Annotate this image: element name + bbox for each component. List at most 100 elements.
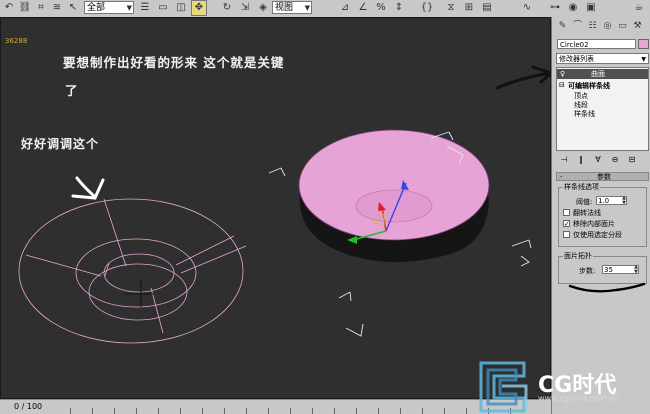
rectangle-region-icon[interactable]: ▭	[156, 1, 170, 15]
lightbulb-icon[interactable]: ♀	[560, 69, 565, 79]
quick-render-icon[interactable]: ☕	[632, 1, 646, 15]
timeline-tick	[290, 408, 291, 414]
timeline-tick	[334, 408, 335, 414]
display-tab-icon[interactable]: ▭	[616, 20, 629, 33]
stack-item-editable-spline[interactable]: 可编辑样条线	[568, 81, 610, 91]
align-icon[interactable]: ⊞	[462, 1, 476, 15]
pivot-center-icon[interactable]: ◈	[256, 1, 270, 15]
window-crossing-icon[interactable]: ◫	[174, 1, 188, 15]
patch-topology-title: 面片拓扑	[563, 252, 593, 261]
object-name-field[interactable]: Circle02	[557, 39, 636, 49]
selection-filter-label: 全部	[87, 3, 106, 13]
configure-modifier-sets-icon[interactable]: ⊟	[626, 154, 638, 165]
percent-snap-icon[interactable]: %	[374, 1, 388, 15]
undo-icon[interactable]: ↶	[2, 1, 16, 15]
steps-spinner[interactable]: 35 ▲ ▼	[602, 265, 639, 275]
make-unique-icon[interactable]: ∀	[592, 154, 604, 165]
timeline-tick	[114, 408, 115, 414]
spinner-arrows-icon[interactable]: ▲ ▼	[634, 265, 638, 275]
watermark-url: www.cgtime.com.cn	[538, 394, 619, 403]
timeline-tick	[400, 408, 401, 414]
stack-item-surface[interactable]: ♀ 曲面	[557, 69, 648, 79]
annotation-text-line2: 了	[65, 83, 79, 98]
parameters-rollout-header[interactable]: - 参数	[556, 172, 649, 181]
modifier-stack: ♀ 曲面 ⊟ 可编辑样条线 顶点 线段 样条线	[556, 67, 649, 151]
modifier-list-label: 修改器列表	[559, 55, 594, 63]
timeline-tick	[444, 408, 445, 414]
expand-icon[interactable]: ⊟	[559, 81, 565, 89]
annotation-text-line1: 要想制作出好看的形来 这个就是关键	[63, 55, 285, 70]
motion-tab-icon[interactable]: ◎	[601, 20, 614, 33]
utilities-tab-icon[interactable]: ⚒	[631, 20, 644, 33]
select-scale-icon[interactable]: ⇲	[238, 1, 252, 15]
named-selection-icon[interactable]: {}	[420, 1, 434, 15]
timeline-tick	[70, 408, 71, 414]
select-rotate-icon[interactable]: ↻	[220, 1, 234, 15]
select-link-icon[interactable]: ⛓	[18, 1, 32, 15]
frame-range-label: 0 / 100	[14, 402, 43, 411]
mirror-icon[interactable]: ⧖	[444, 1, 458, 15]
spinner-snap-icon[interactable]: ⇕	[392, 1, 406, 15]
reference-coord-dropdown[interactable]: 视图 ▼	[272, 1, 312, 14]
chevron-down-icon: ▼	[641, 56, 646, 63]
select-move-icon[interactable]: ✥	[191, 0, 207, 16]
main-toolbar: ↶⛓⌗≋↖☰▭◫✥↻⇲◈✢⊿∠%⇕{}⧖⊞▤∿⊶◉▣☕全部▼视图▼	[0, 0, 650, 18]
selection-filter-dropdown[interactable]: 全部 ▼	[84, 1, 134, 14]
show-end-result-icon[interactable]: ‖	[575, 154, 587, 165]
pin-stack-icon[interactable]: ⊣	[558, 154, 570, 165]
remove-modifier-icon[interactable]: ⊖	[609, 154, 621, 165]
steps-label: 步数:	[579, 267, 596, 275]
reference-coord-label: 视图	[275, 3, 294, 13]
timeline-tick	[136, 408, 137, 414]
schematic-view-icon[interactable]: ⊶	[548, 1, 562, 15]
stack-toolbar: ⊣ ‖ ∀ ⊖ ⊟	[556, 154, 649, 166]
timeline-tick	[158, 408, 159, 414]
selected-segments-checkbox[interactable]	[563, 231, 570, 238]
snap-2d-icon[interactable]: ⊿	[338, 1, 352, 15]
material-editor-icon[interactable]: ◉	[566, 1, 580, 15]
parameters-rollout-title: 参数	[597, 173, 611, 181]
timeline-tick	[422, 408, 423, 414]
remove-interior-checkbox[interactable]: ✓	[563, 220, 570, 228]
collapse-icon: -	[560, 173, 563, 181]
viewport-canvas	[18, 65, 550, 344]
spline-options-group: 样条线选项 阈值: 1.0 ▲ ▼ 翻转法线 ✓ 移除内部面片 仅使用选定分段	[558, 183, 647, 247]
stack-item-surface-label: 曲面	[591, 70, 605, 78]
timeline-tick	[378, 408, 379, 414]
layer-manager-icon[interactable]: ▤	[480, 1, 494, 15]
threshold-value: 1.0	[598, 197, 610, 205]
create-tab-icon[interactable]: ✎	[556, 20, 569, 33]
chevron-down-icon: ▼	[126, 4, 132, 12]
flip-normals-checkbox[interactable]	[563, 209, 570, 216]
modify-tab-icon[interactable]: ⌒	[571, 20, 584, 33]
curve-editor-icon[interactable]: ∿	[520, 1, 534, 15]
flip-normals-label: 翻转法线	[573, 209, 601, 217]
render-setup-icon[interactable]: ▣	[584, 1, 598, 15]
hierarchy-tab-icon[interactable]: ☷	[586, 20, 599, 33]
threshold-label: 阈值:	[576, 198, 593, 206]
wireframe-surface-object[interactable]	[18, 198, 247, 344]
select-object-icon[interactable]: ↖	[66, 1, 80, 15]
3dsmax-window: ↶⛓⌗≋↖☰▭◫✥↻⇲◈✢⊿∠%⇕{}⧖⊞▤∿⊶◉▣☕全部▼视图▼	[0, 0, 650, 414]
perspective-viewport[interactable]: 36288 要想制作出好看的形来 这个就是关键 了 好好调调这个	[0, 17, 551, 399]
modifier-list-dropdown[interactable]: 修改器列表 ▼	[556, 53, 649, 64]
select-by-name-icon[interactable]: ☰	[138, 1, 152, 15]
threshold-spinner[interactable]: 1.0 ▲ ▼	[596, 196, 627, 206]
time-slider[interactable]: 0 / 100	[0, 399, 551, 414]
annotation-arrow-left	[71, 176, 105, 200]
command-panel: ✎ ⌒ ☷ ◎ ▭ ⚒ Circle02 修改器列表 ▼ ♀ 曲面 ⊟ 可编辑样条线 顶点…	[551, 17, 650, 414]
timeline-tick	[202, 408, 203, 414]
shaded-surface-object[interactable]	[298, 129, 490, 263]
angle-snap-icon[interactable]: ∠	[356, 1, 370, 15]
stack-subitem-spline[interactable]: 样条线	[574, 109, 595, 119]
object-color-swatch[interactable]	[638, 39, 649, 49]
timeline-tick	[180, 408, 181, 414]
timeline-tick	[246, 408, 247, 414]
spinner-arrows-icon[interactable]: ▲ ▼	[622, 196, 626, 206]
bind-spacewarp-icon[interactable]: ≋	[50, 1, 64, 15]
spline-options-title: 样条线选项	[563, 183, 600, 192]
timeline-tick	[356, 408, 357, 414]
annotation-text-left: 好好调调这个	[21, 137, 100, 151]
cgtime-watermark: CG时代 www.cgtime.com.cn	[474, 356, 650, 414]
unlink-icon[interactable]: ⌗	[34, 1, 48, 15]
